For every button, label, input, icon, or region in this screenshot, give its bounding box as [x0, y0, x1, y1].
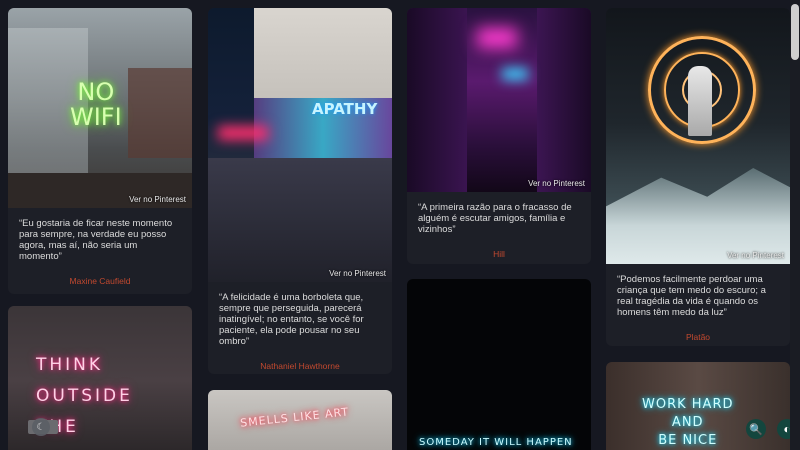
- pinterest-link[interactable]: Ver no Pinterest: [329, 269, 386, 278]
- scrollbar-thumb[interactable]: [791, 4, 799, 60]
- pinterest-link[interactable]: Ver no Pinterest: [528, 179, 585, 188]
- card-image[interactable]: SMELLS LIKE ART: [208, 390, 392, 450]
- quote-author: Hill: [493, 249, 505, 259]
- card-image[interactable]: Ver no Pinterest: [606, 8, 790, 264]
- quote-card[interactable]: SMELLS LIKE ART: [208, 390, 392, 450]
- quote-card[interactable]: Ver no Pinterest “Podemos facilmente per…: [606, 8, 790, 346]
- card-image[interactable]: Ver no Pinterest: [407, 8, 591, 192]
- neon-sign-text: WORK HARD AND BE NICE: [642, 397, 734, 448]
- pinterest-link[interactable]: Ver no Pinterest: [129, 195, 186, 204]
- magnifier-icon: 🔍: [749, 423, 763, 436]
- scrollbar[interactable]: [790, 0, 800, 450]
- neon-sign-text: NO WIFI: [70, 78, 122, 131]
- quote-card[interactable]: Ver no Pinterest “A primeira razão para …: [407, 8, 591, 264]
- quote-text: “Eu gostaria de ficar neste momento para…: [19, 218, 173, 262]
- quote-card[interactable]: NO WIFI Ver no Pinterest “Eu gostaria de…: [8, 8, 192, 294]
- moon-icon: ☾: [36, 421, 46, 433]
- neon-sign-text: SOMEDAY IT WILL HAPPEN: [419, 437, 573, 448]
- quote-author: Platão: [685, 332, 711, 342]
- quote-card[interactable]: SOMEDAY IT WILL HAPPEN: [407, 279, 591, 450]
- quote-text: “A primeira razão para o fracasso de alg…: [418, 202, 572, 235]
- neon-sign-text: SMELLS LIKE ART: [239, 405, 350, 430]
- quote-text: “Podemos facilmente perdoar uma criança …: [617, 274, 766, 318]
- card-image[interactable]: APATHY Ver no Pinterest: [208, 8, 392, 282]
- card-image[interactable]: NO WIFI Ver no Pinterest: [8, 8, 192, 208]
- card-image[interactable]: SOMEDAY IT WILL HAPPEN: [407, 279, 591, 450]
- quote-card[interactable]: APATHY Ver no Pinterest “A felicidade é …: [208, 8, 392, 374]
- quote-card[interactable]: WORK HARD AND BE NICE: [606, 362, 790, 450]
- zoom-button[interactable]: 🔍: [746, 419, 766, 439]
- quote-author: Maxine Caufield: [69, 276, 131, 286]
- quote-author: Nathaniel Hawthorne: [260, 361, 340, 371]
- quote-text: “A felicidade é uma borboleta que, sempr…: [219, 292, 364, 347]
- pinterest-link[interactable]: Ver no Pinterest: [727, 251, 784, 260]
- dark-mode-toggle-button[interactable]: ☾: [32, 418, 50, 436]
- card-image[interactable]: WORK HARD AND BE NICE: [606, 362, 790, 450]
- graffiti-text: APATHY: [312, 100, 378, 118]
